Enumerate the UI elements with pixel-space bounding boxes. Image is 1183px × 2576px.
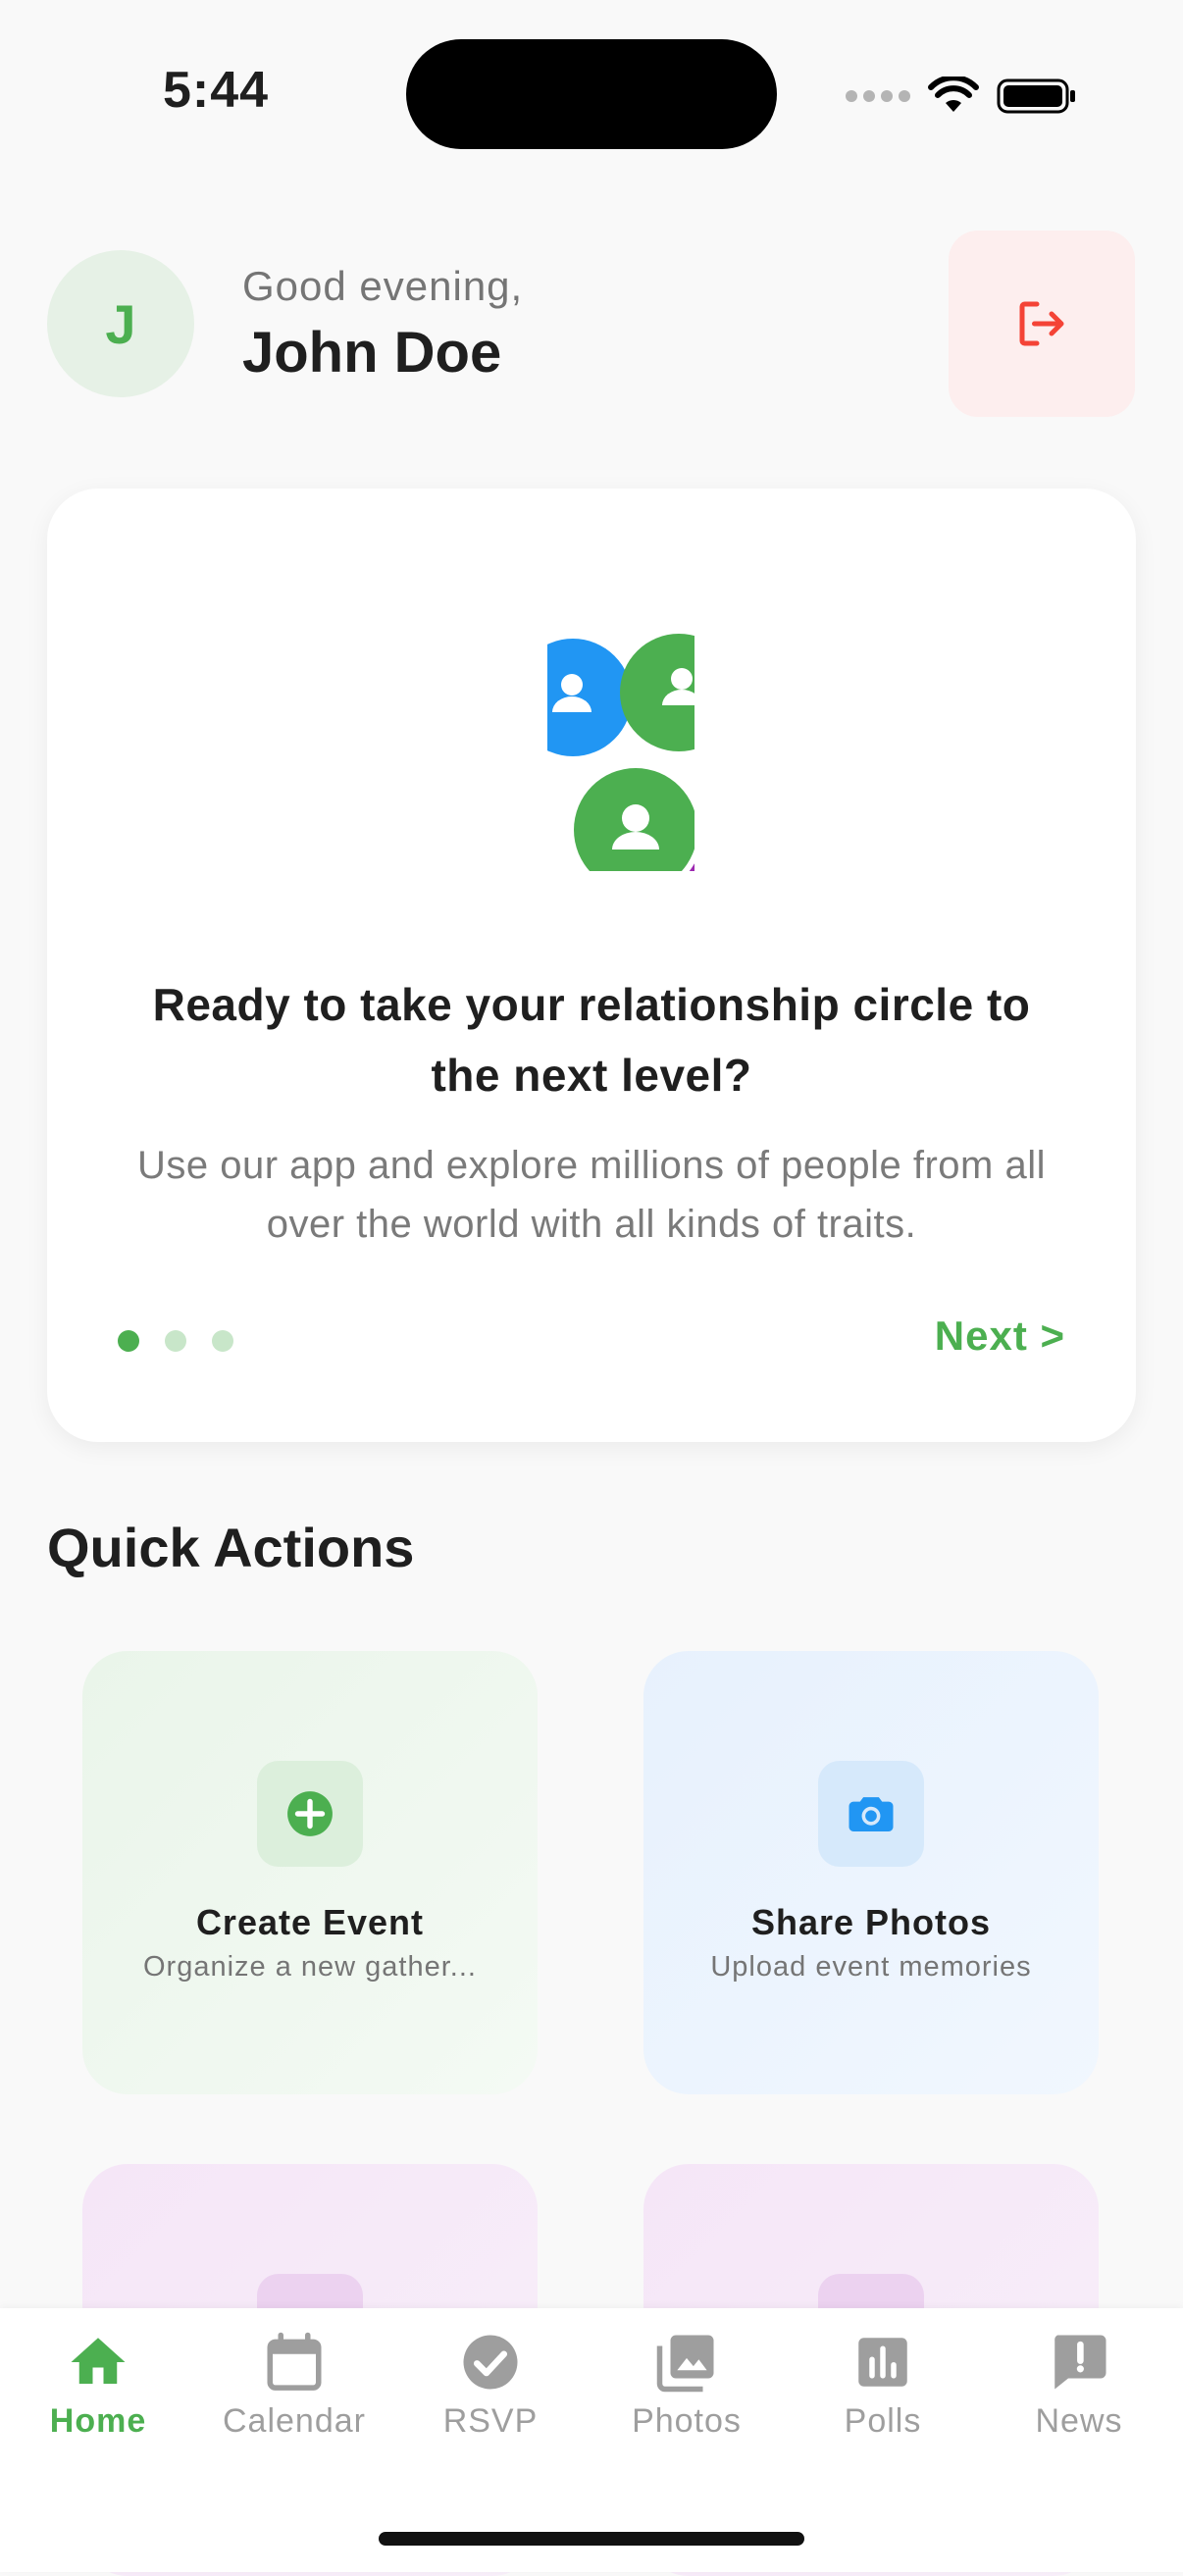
quick-actions-title: Quick Actions xyxy=(47,1517,415,1578)
nav-rsvp[interactable]: RSVP xyxy=(392,2330,589,2441)
nav-polls[interactable]: Polls xyxy=(785,2330,981,2441)
photos-icon xyxy=(656,2335,714,2393)
check-circle-icon xyxy=(463,2335,518,2390)
nav-label: Photos xyxy=(632,2402,742,2440)
poll-icon xyxy=(858,2338,907,2387)
wifi-icon xyxy=(928,77,979,112)
nav-news[interactable]: News xyxy=(981,2330,1177,2441)
calendar-icon xyxy=(267,2332,322,2391)
nav-label: Polls xyxy=(844,2402,922,2440)
nav-label: News xyxy=(1035,2402,1123,2440)
cellular-icon xyxy=(846,90,910,102)
tile-label: Create Event xyxy=(195,1902,425,1942)
nav-home[interactable]: Home xyxy=(0,2330,196,2441)
tile-subtitle: Upload event memories xyxy=(710,1951,1032,1983)
news-icon xyxy=(1054,2335,1106,2390)
status-time: 5:44 xyxy=(162,62,270,119)
home-icon xyxy=(71,2338,126,2384)
create-event-tile[interactable]: Create Event Organize a new gather... xyxy=(82,1651,538,2094)
page-dot[interactable] xyxy=(165,1330,186,1352)
nav-calendar[interactable]: Calendar xyxy=(196,2330,392,2441)
greeting-text: Good evening, xyxy=(242,263,524,309)
logout-icon xyxy=(1019,301,1064,346)
page-dot[interactable] xyxy=(212,1330,233,1352)
onboarding-title: Ready to take your relationship circle t… xyxy=(152,979,1031,1101)
dynamic-island xyxy=(406,39,777,149)
status-icons xyxy=(846,73,1077,120)
home-indicator xyxy=(379,2532,804,2546)
tile-label: Share Photos xyxy=(750,1902,992,1942)
avatar[interactable]: J xyxy=(47,250,194,397)
page-indicator xyxy=(118,1330,233,1352)
nav-label: RSVP xyxy=(442,2402,539,2440)
battery-icon xyxy=(997,78,1075,114)
user-name: John Doe xyxy=(242,321,502,385)
camera-icon xyxy=(818,1761,924,1867)
page-dot-active[interactable] xyxy=(118,1330,139,1352)
next-button[interactable]: Next > xyxy=(935,1313,1065,1360)
onboarding-description: Use our app and explore millions of peop… xyxy=(137,1144,1046,1246)
people-circle-illustration xyxy=(547,634,694,871)
onboarding-card: Ready to take your relationship circle t… xyxy=(47,489,1136,1442)
nav-label: Home xyxy=(49,2402,147,2440)
nav-label: Calendar xyxy=(223,2402,366,2440)
nav-photos[interactable]: Photos xyxy=(589,2330,785,2441)
add-circle-icon xyxy=(257,1761,363,1867)
logout-button[interactable] xyxy=(949,231,1135,417)
share-photos-tile[interactable]: Share Photos Upload event memories xyxy=(643,1651,1099,2094)
tile-subtitle: Organize a new gather... xyxy=(143,1951,477,1983)
